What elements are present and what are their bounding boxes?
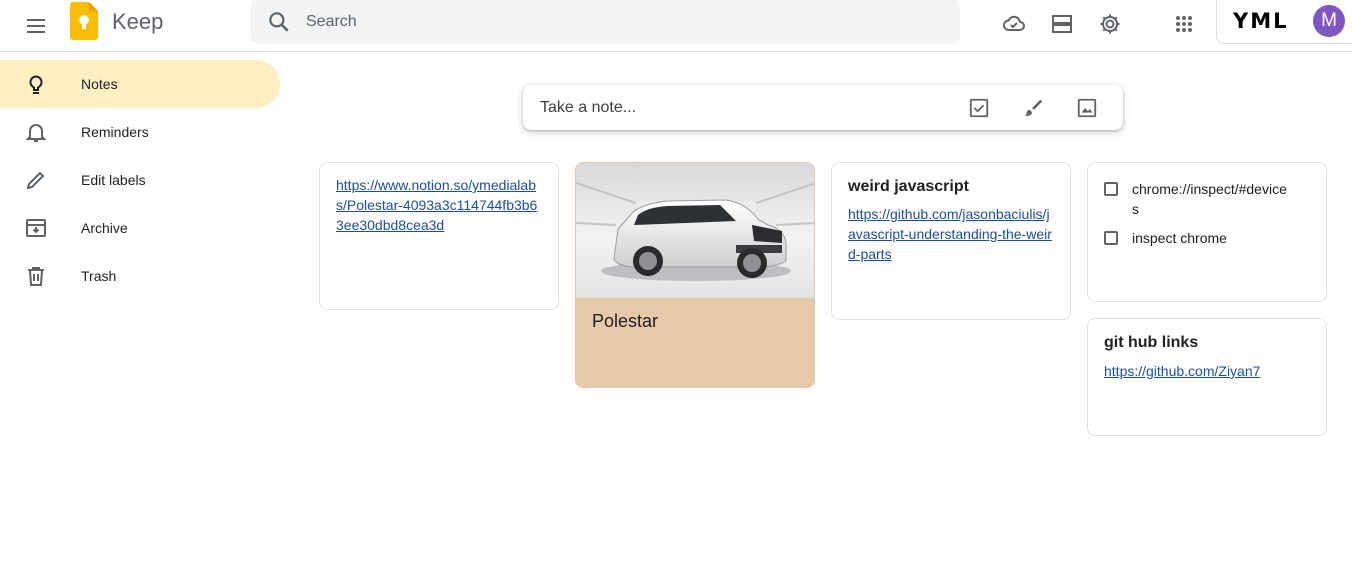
new-list-button[interactable] <box>964 93 994 123</box>
keep-logo-icon[interactable] <box>70 2 98 40</box>
gear-icon <box>1100 14 1120 34</box>
checklist-item-text: chrome://inspect/#devices <box>1132 181 1287 217</box>
new-drawing-button[interactable] <box>1018 93 1048 123</box>
note-card-github-links[interactable]: git hub links https://github.com/Ziyan7 <box>1087 318 1327 436</box>
checkbox[interactable] <box>1104 182 1118 196</box>
org-logo: YML <box>1233 9 1289 33</box>
sidebar-item-label: Archive <box>81 220 128 236</box>
sidebar-item-label: Edit labels <box>81 172 146 188</box>
search-bar[interactable] <box>250 0 960 44</box>
app-header: Keep YML M <box>0 0 1352 52</box>
sidebar-item-notes[interactable]: Notes <box>0 60 280 108</box>
sidebar-item-label: Reminders <box>81 124 149 140</box>
note-card-polestar[interactable]: Polestar <box>575 162 815 388</box>
note-card-checklist[interactable]: chrome://inspect/#devices inspect chrome <box>1087 162 1327 302</box>
menu-icon <box>27 19 45 33</box>
view-agenda-icon <box>1052 15 1072 33</box>
note-title: Polestar <box>592 311 659 331</box>
search-icon[interactable] <box>266 9 292 35</box>
checklist-item-text: inspect chrome <box>1132 230 1227 246</box>
checklist-item[interactable]: chrome://inspect/#devices <box>1104 179 1292 219</box>
sidebar-item-reminders[interactable]: Reminders <box>0 108 280 156</box>
lightbulb-icon <box>29 75 43 94</box>
sidebar-item-archive[interactable]: Archive <box>0 204 280 252</box>
cloud-done-icon <box>1003 15 1025 31</box>
refresh-button[interactable] <box>994 4 1034 44</box>
account-area[interactable]: YML M <box>1216 0 1352 44</box>
sidebar-item-label: Notes <box>81 76 118 92</box>
sidebar-item-edit-labels[interactable]: Edit labels <box>0 156 280 204</box>
app-title[interactable]: Keep <box>112 9 163 35</box>
checkbox[interactable] <box>1104 231 1118 245</box>
take-note-placeholder[interactable]: Take a note... <box>540 99 636 117</box>
note-link[interactable]: https://www.notion.so/ymedialabs/Polesta… <box>336 177 537 233</box>
note-title: weird javascript <box>848 178 969 195</box>
search-input[interactable] <box>306 0 926 44</box>
note-title: git hub links <box>1104 334 1199 351</box>
note-link[interactable]: https://github.com/Ziyan7 <box>1104 363 1260 379</box>
note-link[interactable]: https://github.com/jasonbaciulis/javascr… <box>848 206 1052 262</box>
checklist-item[interactable]: inspect chrome <box>1104 228 1292 248</box>
sidebar-item-trash[interactable]: Trash <box>0 252 280 300</box>
brush-icon <box>1024 99 1043 116</box>
checkbox-icon <box>969 98 989 118</box>
image-icon <box>1077 98 1097 118</box>
list-view-button[interactable] <box>1042 4 1082 44</box>
bell-icon <box>25 124 47 142</box>
note-card-weird-javascript[interactable]: weird javascript https://github.com/jaso… <box>831 162 1071 320</box>
take-note-bar[interactable]: Take a note... <box>523 85 1123 130</box>
main-menu-button[interactable] <box>16 6 56 46</box>
trash-icon <box>28 267 44 286</box>
note-card-notion[interactable]: https://www.notion.so/ymedialabs/Polesta… <box>319 162 559 310</box>
sidebar-item-label: Trash <box>81 268 117 284</box>
car-image <box>576 163 814 298</box>
apps-grid-icon <box>1176 16 1192 32</box>
avatar[interactable]: M <box>1313 5 1345 37</box>
archive-icon <box>26 219 46 237</box>
apps-button[interactable] <box>1164 4 1204 44</box>
settings-button[interactable] <box>1090 4 1130 44</box>
pencil-icon <box>26 171 45 190</box>
new-image-button[interactable] <box>1072 93 1102 123</box>
